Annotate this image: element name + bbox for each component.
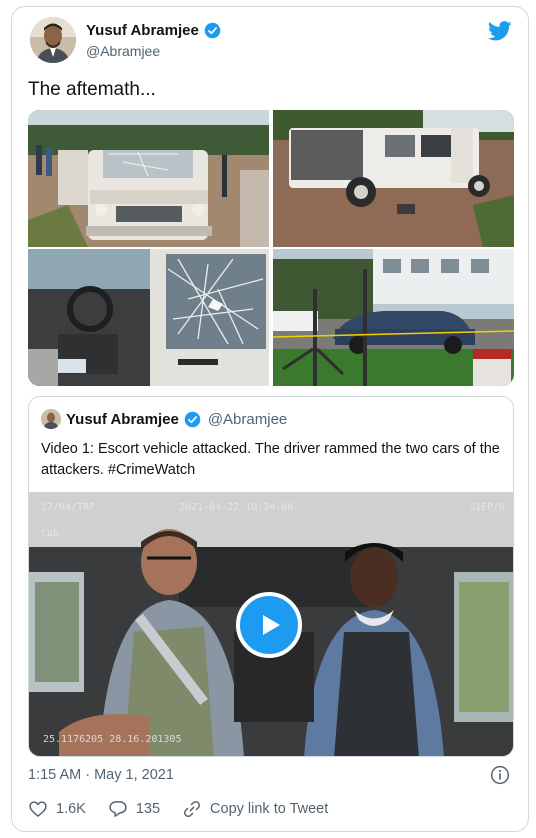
- video-overlay-datetime: 2021-04-22 10:24:00: [179, 502, 294, 513]
- author-name-row: Yusuf Abramjee: [86, 22, 221, 39]
- video-player[interactable]: 17/04/TRP 2021-04-22 10:24:00 S1EP/8 Cab…: [29, 492, 513, 756]
- tweet-actions: 1.6K 135 Copy link to Tweet: [28, 799, 350, 819]
- reply-count: 135: [135, 801, 161, 817]
- quoted-author-name: Yusuf Abramjee: [66, 410, 179, 428]
- video-overlay-gps: 25.1176205 28.16.201305: [43, 734, 182, 745]
- info-icon[interactable]: [490, 765, 510, 785]
- tweet-text: The aftemath...: [28, 79, 156, 100]
- video-overlay-id: 17/04/TRP: [41, 502, 96, 513]
- twitter-bird-icon[interactable]: [488, 21, 512, 41]
- verified-badge-icon: [204, 22, 221, 39]
- car-park-photo: [273, 249, 514, 386]
- quoted-author-handle: @Abramjee: [207, 410, 288, 428]
- photo-2[interactable]: [273, 110, 514, 247]
- quoted-tweet-text: Video 1: Escort vehicle attacked. The dr…: [41, 441, 500, 478]
- white-suv-side-photo: [273, 110, 514, 247]
- video-overlay-cab: Cab: [41, 528, 60, 539]
- like-count: 1.6K: [56, 801, 86, 817]
- quoted-avatar: [41, 409, 61, 429]
- tweet-timestamp[interactable]: 1:15 AM · May 1, 2021: [28, 767, 174, 783]
- reply-button[interactable]: 135: [108, 799, 160, 819]
- heart-icon: [29, 801, 47, 817]
- play-icon: [263, 615, 280, 635]
- copy-link-label: Copy link to Tweet: [210, 801, 329, 817]
- suv-interior-photo: [28, 249, 269, 386]
- verified-badge-icon: [184, 411, 201, 427]
- reply-bubble-icon: [109, 801, 127, 817]
- like-button[interactable]: 1.6K: [28, 799, 86, 819]
- quoted-tweet[interactable]: Yusuf Abramjee @Abramjee Video 1: Escort…: [28, 396, 514, 757]
- video-overlay-camera: S1EP/8: [469, 502, 506, 513]
- photo-4[interactable]: [273, 249, 514, 386]
- link-icon: [183, 800, 201, 818]
- avatar[interactable]: [30, 17, 76, 63]
- photo-1[interactable]: [28, 110, 269, 247]
- photo-3[interactable]: [28, 249, 269, 386]
- white-suv-front-photo: [28, 110, 269, 247]
- play-button[interactable]: [236, 592, 302, 658]
- copy-link-button[interactable]: Copy link to Tweet: [182, 799, 328, 819]
- author-name[interactable]: Yusuf Abramjee: [86, 22, 199, 39]
- quoted-tweet-header: Yusuf Abramjee @Abramjee: [41, 409, 287, 429]
- tweet-card: Yusuf Abramjee @Abramjee The aftemath...: [11, 6, 529, 832]
- photo-grid: [28, 110, 514, 386]
- author-handle[interactable]: @Abramjee: [86, 43, 160, 59]
